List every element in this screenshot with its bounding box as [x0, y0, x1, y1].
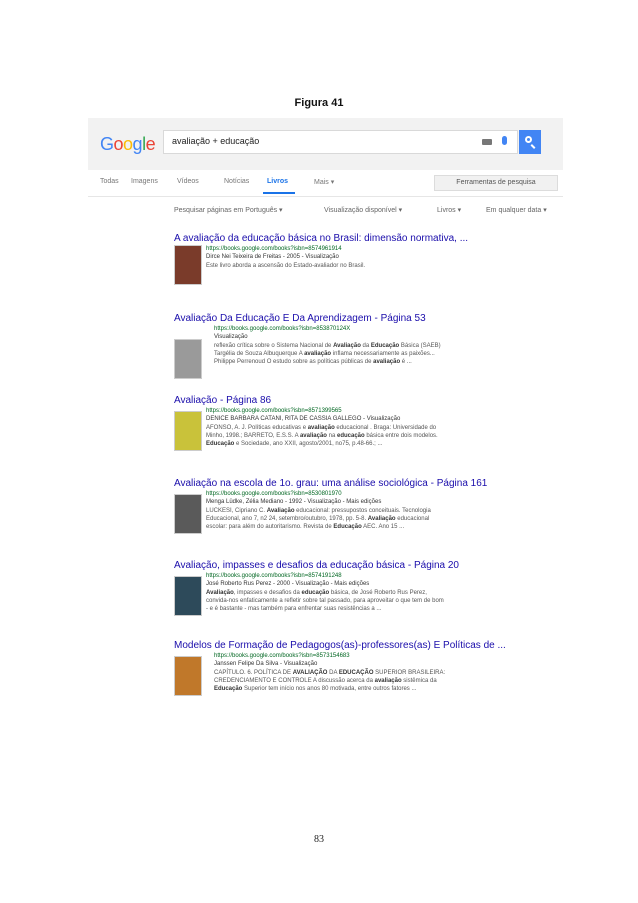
microphone-icon[interactable] [502, 136, 507, 145]
figure-title: Figura 41 [294, 97, 344, 109]
search-tabs: Todas Imagens Vídeos Notícias Livros Mais ▾ Fe… [88, 170, 563, 197]
logo-letter: G [100, 134, 114, 154]
result-title-link[interactable]: Avaliação - Página 86 [174, 395, 271, 406]
result-details: https://books.google.com/books?isbn=8574… [206, 245, 365, 270]
search-filters: Pesquisar páginas em Português ▾ Visualiz… [174, 206, 563, 220]
tab-4[interactable]: Livros [267, 178, 288, 185]
book-cover-thumbnail[interactable] [174, 339, 202, 379]
result-url[interactable]: https://books.google.com/books?isbn=8574… [206, 245, 365, 253]
result-snippet-line: escolar: para além do autoritarismo. Rev… [206, 524, 405, 531]
result-meta: DENICE BARBARA CATANI, RITA DE CASSIA GA… [206, 416, 401, 423]
filter-dropdown-2[interactable]: Livros ▾ [437, 206, 461, 214]
result-snippet-line: Minho, 1998.; BARRETO, E.S.S. A avaliaçã… [206, 432, 438, 439]
result-snippet-line: Philippe Perrenoud O estudo sobre as pol… [214, 359, 412, 366]
result-meta: Janssen Felipe Da Silva - Visualização [214, 661, 318, 668]
result-details: https://books.google.com/books?isbn=8538… [214, 325, 441, 366]
logo-letter: o [113, 134, 124, 154]
result-title-link[interactable]: Avaliação, impasses e desafios da educaç… [174, 560, 459, 571]
logo-letter: g [132, 134, 143, 154]
result-snippet-line: CAPÍTULO. 6. POLÍTICA DE AVALIAÇÃO DA ED… [214, 669, 446, 676]
book-cover-thumbnail[interactable] [174, 494, 202, 534]
result-details: https://books.google.com/books?isbn=8530… [206, 490, 431, 531]
logo-letter: o [123, 134, 133, 154]
result-meta: Visualização [214, 334, 248, 341]
result-url[interactable]: https://books.google.com/books?isbn=8538… [214, 325, 441, 333]
keyboard-icon[interactable] [482, 139, 492, 145]
book-cover-thumbnail[interactable] [174, 656, 202, 696]
search-icon [525, 136, 532, 143]
logo-letter: e [145, 134, 156, 154]
result-url[interactable]: https://books.google.com/books?isbn=8571… [206, 407, 438, 415]
result-snippet-line: Educação e Sociedade, ano XXII, agosto/2… [206, 441, 383, 448]
search-tools-button[interactable]: Ferramentas de pesquisa [434, 175, 558, 191]
result-snippet-line: Avaliação, impasses e desafios da educaç… [206, 589, 427, 596]
result-snippet-line: reflexão crítica sobre o Sistema Naciona… [214, 342, 441, 349]
page-number: 83 [314, 834, 324, 845]
result-snippet-line: AFONSO, A. J. Políticas educativas e ava… [206, 424, 437, 431]
result-title-link[interactable]: Avaliação na escola de 1o. grau: uma aná… [174, 478, 487, 489]
search-input[interactable]: avaliação + educação [163, 130, 518, 154]
result-meta: Menga Lüdke, Zélia Mediano - 1992 - Visu… [206, 499, 382, 506]
filter-dropdown-1[interactable]: Visualização disponível ▾ [324, 206, 402, 214]
tab-3[interactable]: Notícias [224, 178, 249, 185]
book-cover-thumbnail[interactable] [174, 576, 202, 616]
result-snippet-line: convida-nos enfaticamente a refletir sob… [206, 597, 444, 604]
result-url[interactable]: https://books.google.com/books?isbn=8574… [206, 572, 444, 580]
result-snippet-line: - e é bastante - mas também para enfrent… [206, 606, 382, 613]
result-snippet-line: LUCKESI, Cipriano C. Avaliação educacion… [206, 507, 431, 514]
filter-dropdown-0[interactable]: Pesquisar páginas em Português ▾ [174, 206, 283, 214]
book-cover-thumbnail[interactable] [174, 411, 202, 451]
tab-1[interactable]: Imagens [131, 178, 158, 185]
google-logo[interactable]: Google [100, 134, 156, 155]
result-snippet-line: CREDENCIAMENTO E CONTROLE A discussão ac… [214, 677, 437, 684]
result-details: https://books.google.com/books?isbn=8573… [214, 652, 445, 693]
result-title-link[interactable]: A avaliação da educação básica no Brasil… [174, 233, 468, 244]
result-meta: José Roberto Rus Perez - 2000 - Visualiz… [206, 581, 370, 588]
filter-dropdown-3[interactable]: Em qualquer data ▾ [486, 206, 547, 214]
tab-5[interactable]: Mais ▾ [314, 178, 334, 186]
result-snippet-line: Educação Superior tem início nos anos 80… [214, 686, 417, 693]
result-details: https://books.google.com/books?isbn=8574… [206, 572, 444, 613]
search-header: Google avaliação + educação [88, 118, 563, 170]
book-cover-thumbnail[interactable] [174, 245, 202, 285]
result-title-link[interactable]: Avaliação Da Educação E Da Aprendizagem … [174, 313, 426, 324]
tab-0[interactable]: Todas [100, 178, 119, 185]
result-meta: Dirce Nei Teixeira de Freitas - 2005 - V… [206, 254, 339, 261]
search-query-text: avaliação + educação [172, 136, 260, 146]
google-screenshot: Google avaliação + educação Todas Imagens… [88, 118, 563, 724]
result-url[interactable]: https://books.google.com/books?isbn=8573… [214, 652, 445, 660]
active-tab-indicator [263, 192, 295, 194]
tab-2[interactable]: Vídeos [177, 178, 199, 185]
search-button[interactable] [519, 130, 541, 154]
result-snippet-line: Educacional, ano 7, n2 24, setembro/outu… [206, 515, 430, 522]
result-title-link[interactable]: Modelos de Formação de Pedagogos(as)-pro… [174, 640, 506, 651]
result-details: https://books.google.com/books?isbn=8571… [206, 407, 438, 448]
result-snippet-line: Este livro aborda a ascensão do Estado-a… [206, 262, 366, 269]
result-snippet-line: Targélia de Souza Albuquerque A avaliaçã… [214, 350, 435, 357]
result-url[interactable]: https://books.google.com/books?isbn=8530… [206, 490, 431, 498]
search-icon-handle [530, 144, 536, 149]
